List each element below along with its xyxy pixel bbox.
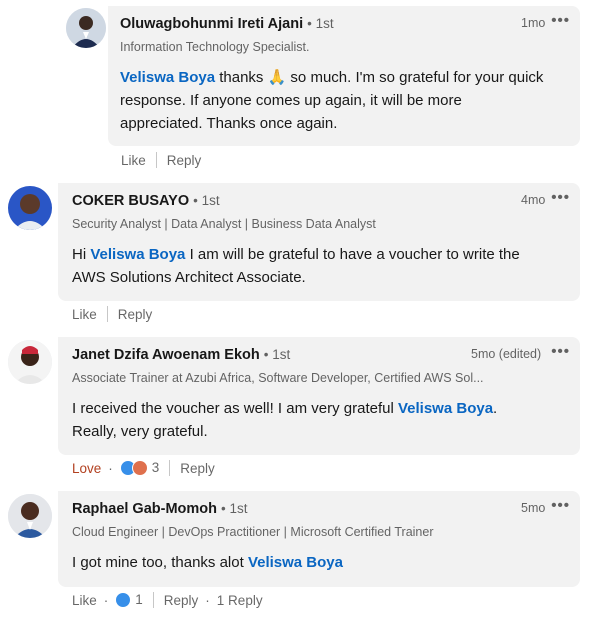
comment-actions: Like Reply (121, 152, 201, 168)
comment-bubble: COKER BUSAYO • 1st Security Analyst | Da… (58, 183, 580, 301)
view-replies-link[interactable]: 1 Reply (217, 593, 263, 608)
comment-actions: Love · 3 Reply (72, 460, 215, 477)
author-line: COKER BUSAYO • 1st (72, 193, 220, 209)
comment-bubble: Raphael Gab-Momoh • 1st Cloud Engineer |… (58, 491, 580, 587)
author-name[interactable]: Janet Dzifa Awoenam Ekoh (72, 347, 260, 363)
comment-bubble: Oluwagbohunmi Ireti Ajani • 1st Informat… (108, 6, 580, 146)
divider (152, 592, 154, 609)
avatar[interactable] (8, 494, 52, 538)
comment-text: Veliswa Boya thanks 🙏 so much. I'm so gr… (120, 66, 570, 135)
reply-button[interactable]: Reply (164, 593, 199, 608)
reply-button[interactable]: Reply (180, 461, 215, 476)
comment-text-line: AWS Solutions Architect Associate. (72, 269, 306, 286)
comment-1: Oluwagbohunmi Ireti Ajani • 1st Informat… (0, 0, 600, 180)
author-headline: Cloud Engineer | DevOps Practitioner | M… (72, 525, 434, 539)
separator-dot: · (103, 592, 109, 608)
comment-text-line: . (493, 400, 498, 417)
author-name[interactable]: Oluwagbohunmi Ireti Ajani (120, 16, 303, 32)
author-line: Janet Dzifa Awoenam Ekoh • 1st (72, 347, 290, 363)
connection-degree: • 1st (221, 501, 248, 516)
separator-dot: · (108, 460, 113, 476)
reply-button[interactable]: Reply (118, 307, 153, 322)
author-name[interactable]: Raphael Gab-Momoh (72, 501, 217, 517)
reply-button[interactable]: Reply (167, 153, 202, 168)
divider (155, 152, 157, 168)
comment-actions: Like Reply (72, 306, 152, 322)
connection-degree: • 1st (307, 16, 334, 31)
author-line: Oluwagbohunmi Ireti Ajani • 1st (120, 16, 334, 32)
comment-text: I received the voucher as well! I am ver… (72, 397, 572, 443)
more-options-icon[interactable]: ••• (551, 189, 570, 206)
comment-text-line: I got mine too, thanks alot (72, 554, 248, 571)
author-headline: Associate Trainer at Azubi Africa, Softw… (72, 371, 484, 385)
comment-text: I got mine too, thanks alot Veliswa Boya (72, 551, 572, 574)
comment-text-line: Really, very grateful. (72, 423, 208, 440)
comment-text-line: response. If anyone comes up again, it w… (120, 92, 462, 109)
divider (106, 306, 108, 322)
avatar[interactable] (8, 340, 52, 384)
avatar[interactable] (66, 8, 106, 48)
comment-text-line: I received the voucher as well! I am ver… (72, 400, 398, 417)
comment-bubble: Janet Dzifa Awoenam Ekoh • 1st Associate… (58, 337, 580, 455)
comment-text-line: I am will be grateful to have a voucher … (185, 246, 520, 263)
mention-link[interactable]: Veliswa Boya (398, 400, 493, 417)
like-button[interactable]: Like (72, 307, 97, 322)
connection-degree: • 1st (193, 193, 220, 208)
mention-link[interactable]: Veliswa Boya (120, 69, 215, 86)
more-options-icon[interactable]: ••• (551, 343, 570, 360)
comment-actions: Like · 1 Reply · 1 Reply (72, 592, 263, 609)
mention-link[interactable]: Veliswa Boya (90, 246, 185, 263)
timestamp: 1mo (521, 16, 546, 30)
author-headline: Information Technology Specialist. (120, 40, 310, 54)
author-headline: Security Analyst | Data Analyst | Busine… (72, 217, 376, 231)
love-button[interactable]: Love (72, 461, 101, 476)
timestamp: 5mo (edited) (471, 347, 542, 361)
comment-3: Janet Dzifa Awoenam Ekoh • 1st Associate… (0, 334, 600, 488)
like-button[interactable]: Like (72, 593, 97, 608)
author-name[interactable]: COKER BUSAYO (72, 193, 189, 209)
timestamp: 4mo (521, 193, 546, 207)
reaction-count: 1 (135, 592, 143, 607)
avatar[interactable] (8, 186, 52, 230)
comment-text-line: thanks 🙏 so much. I'm so grateful for yo… (215, 69, 544, 86)
reaction-summary[interactable]: 1 (115, 592, 143, 609)
more-options-icon[interactable]: ••• (551, 497, 570, 514)
separator-dot: · (205, 592, 210, 608)
comment-2: COKER BUSAYO • 1st Security Analyst | Da… (0, 180, 600, 334)
more-options-icon[interactable]: ••• (551, 12, 570, 29)
comment-text-line: Hi (72, 246, 91, 263)
mention-link[interactable]: Veliswa Boya (248, 554, 343, 571)
comment-4: Raphael Gab-Momoh • 1st Cloud Engineer |… (0, 488, 600, 620)
like-button[interactable]: Like (121, 153, 146, 168)
timestamp: 5mo (521, 501, 546, 515)
reaction-summary[interactable]: 3 (119, 460, 160, 477)
author-line: Raphael Gab-Momoh • 1st (72, 501, 248, 517)
like-reaction-icon (115, 592, 132, 609)
reaction-count: 3 (151, 460, 160, 475)
connection-degree: • 1st (263, 347, 291, 362)
love-reaction-icon (131, 460, 148, 477)
comment-text: Hi Veliswa Boya I am will be grateful to… (72, 243, 572, 289)
divider (169, 460, 171, 477)
comment-text-line: appreciated. Thanks once again. (120, 115, 338, 132)
